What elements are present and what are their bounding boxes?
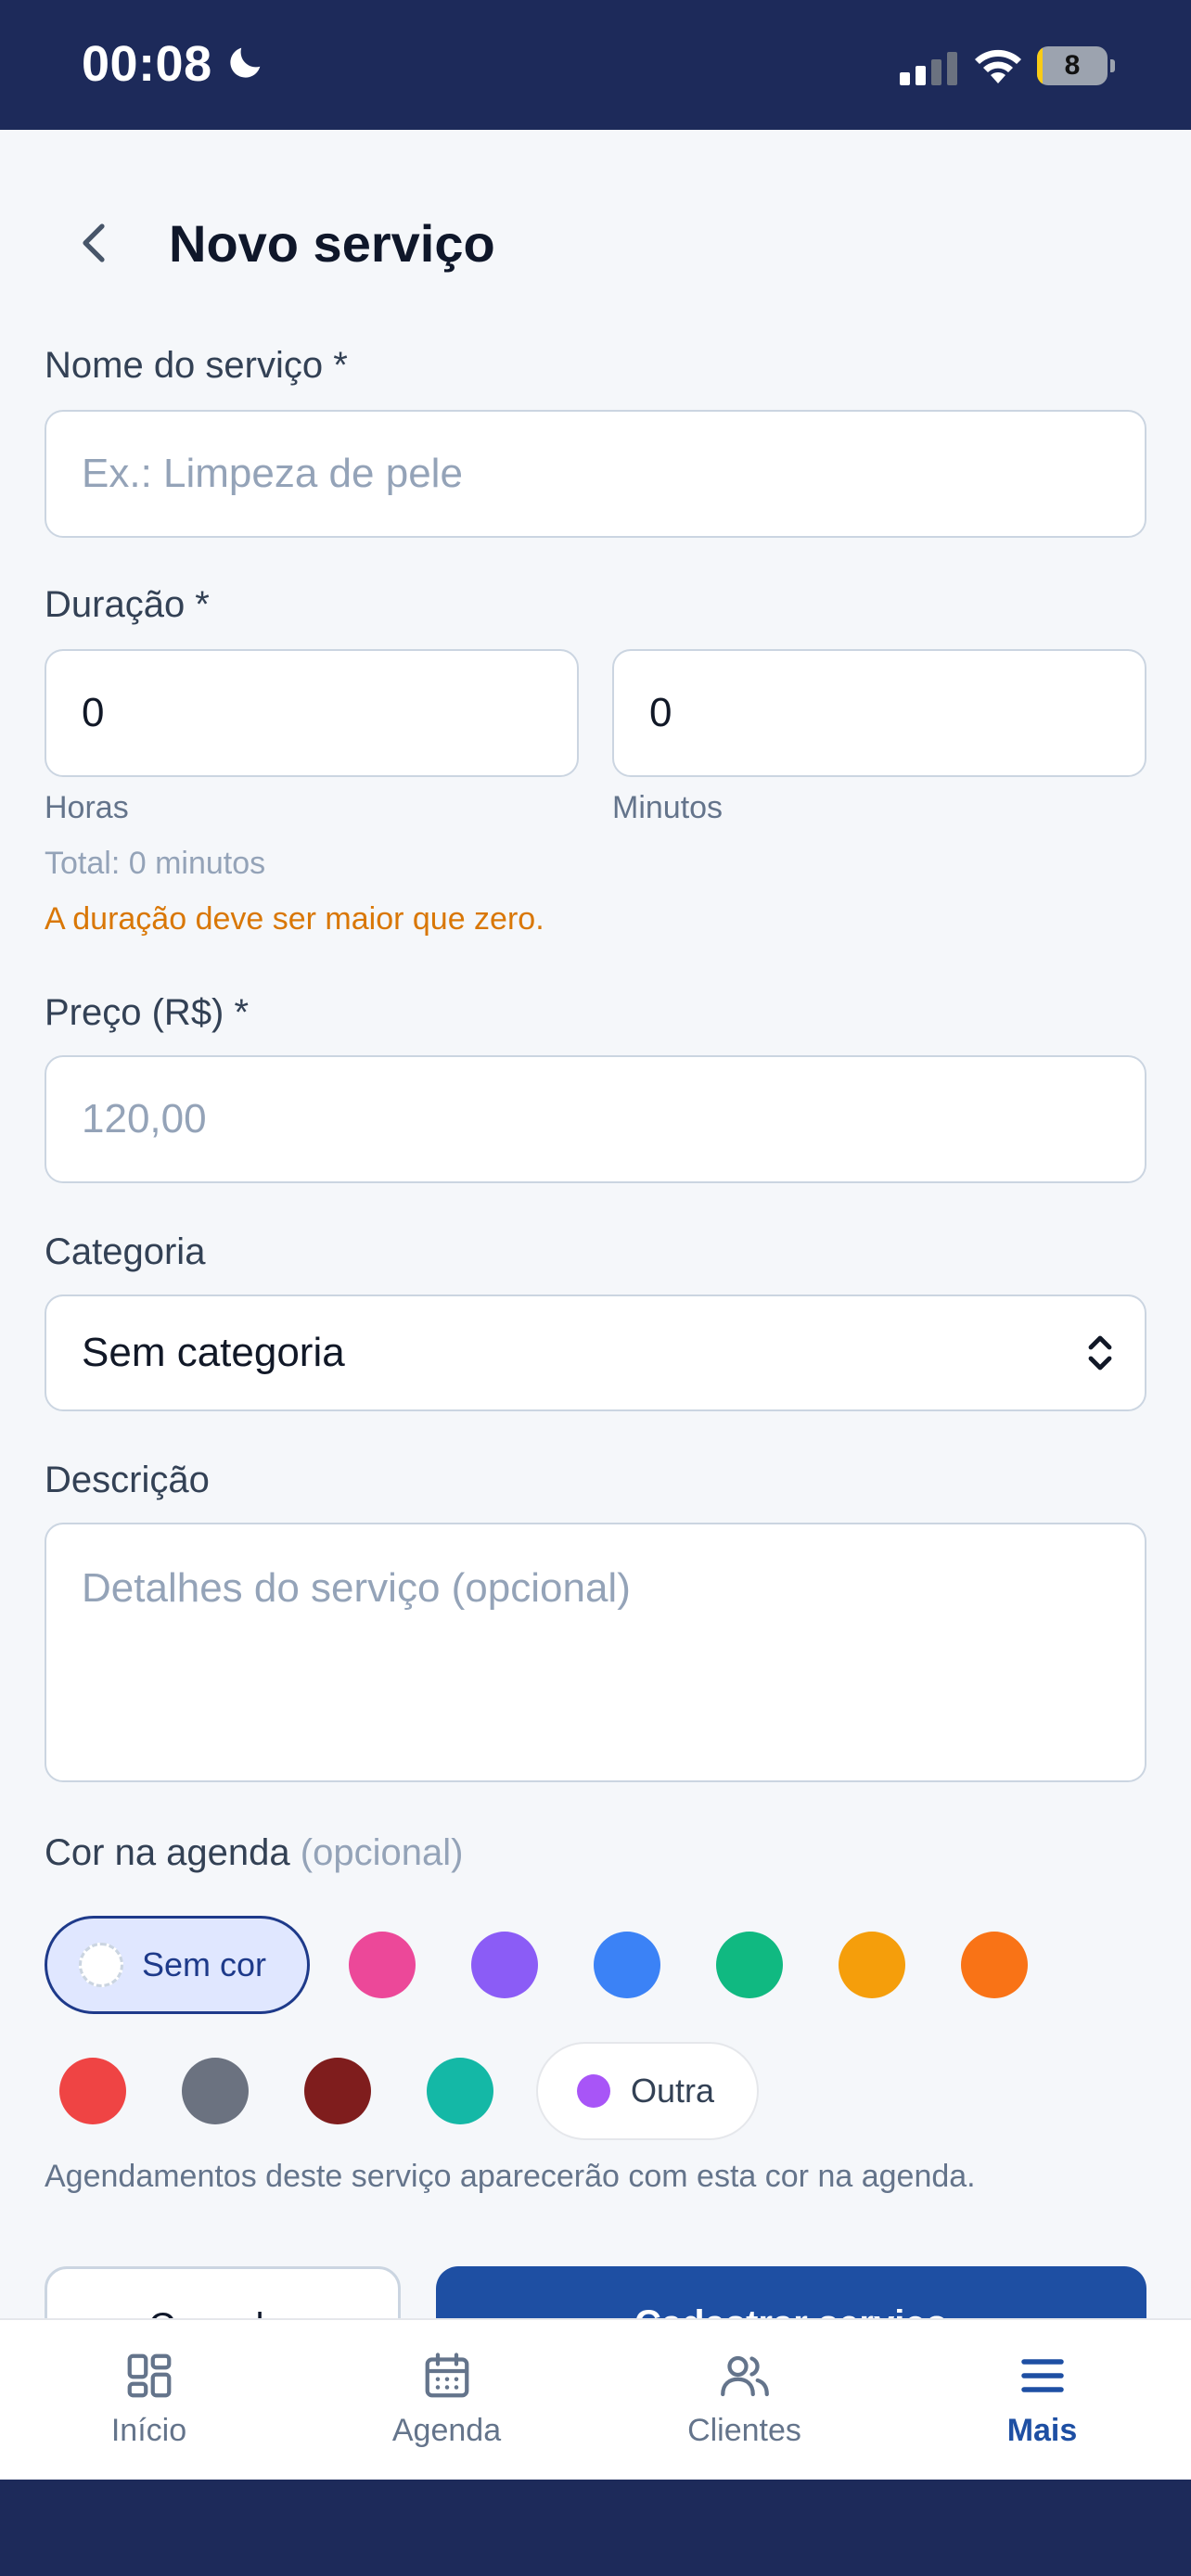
users-icon	[720, 2355, 769, 2397]
duration-hours-value: 0	[82, 690, 105, 735]
tab-agenda[interactable]: Agenda	[298, 2320, 596, 2481]
duration-total: Total: 0 minutos	[45, 846, 266, 881]
cancel-button[interactable]: Cancelar	[45, 2266, 401, 2318]
description-label: Descrição	[45, 1460, 210, 1500]
color-swatch[interactable]	[839, 1932, 905, 1998]
save-service-button[interactable]: Cadastrar serviço	[436, 2266, 1146, 2318]
optional-tag: (opcional)	[300, 1832, 464, 1873]
tab-mais-label: Mais	[1006, 2413, 1078, 2448]
color-swatch[interactable]	[304, 2058, 371, 2124]
price-placeholder: 120,00	[82, 1096, 207, 1141]
battery-icon: 8	[1037, 46, 1115, 85]
duration-minutes-value: 0	[649, 690, 672, 735]
category-label: Categoria	[45, 1231, 206, 1272]
wifi-icon	[975, 49, 1021, 83]
page-title: Novo serviço	[169, 214, 495, 273]
color-swatch[interactable]	[961, 1932, 1028, 1998]
cancel-button-label: Cancelar	[148, 2306, 297, 2318]
description-textarea[interactable]: Detalhes do serviço (opcional)	[45, 1523, 1146, 1782]
color-swatch[interactable]	[471, 1932, 538, 1998]
no-color-label: Sem cor	[142, 1945, 267, 1983]
save-service-button-label: Cadastrar serviço	[634, 2303, 948, 2318]
tab-mais[interactable]: Mais	[893, 2320, 1191, 2481]
tab-inicio-label: Início	[110, 2413, 187, 2448]
status-bar: 00:08 8	[0, 0, 1191, 130]
status-time: 00:08	[82, 36, 212, 92]
back-button[interactable]	[65, 215, 121, 271]
duration-error: A duração deve ser maior que zero.	[45, 901, 544, 937]
battery-level: 8	[1064, 50, 1081, 81]
tab-clientes-label: Clientes	[687, 2413, 801, 2448]
color-swatch[interactable]	[427, 2058, 493, 2124]
color-swatch[interactable]	[182, 2058, 249, 2124]
other-color-option[interactable]: Outra	[536, 2042, 759, 2140]
page-content: Novo serviço Nome do serviço * Ex.: Limp…	[0, 130, 1191, 2318]
service-name-label: Nome do serviço *	[45, 345, 348, 386]
price-label: Preço (R$) *	[45, 992, 250, 1033]
tab-agenda-label: Agenda	[391, 2413, 502, 2448]
no-color-option[interactable]: Sem cor	[45, 1916, 310, 2014]
color-swatch[interactable]	[349, 1932, 416, 1998]
hours-sublabel: Horas	[45, 790, 129, 825]
calendar-color-label-text: Cor na agenda	[45, 1832, 290, 1873]
category-select[interactable]: Sem categoria	[45, 1294, 1146, 1411]
color-swatch[interactable]	[59, 2058, 126, 2124]
bottom-tab-bar: Início Agenda Clientes Mais	[0, 2318, 1191, 2480]
tab-clientes[interactable]: Clientes	[596, 2320, 893, 2481]
duration-hours-input[interactable]: 0	[45, 649, 579, 777]
calendar-color-label: Cor na agenda (opcional)	[45, 1832, 463, 1874]
cellular-signal-icon	[900, 52, 957, 85]
minutes-sublabel: Minutos	[612, 790, 724, 825]
other-color-label: Outra	[631, 2072, 715, 2110]
price-input[interactable]: 120,00	[45, 1055, 1146, 1183]
service-name-input[interactable]: Ex.: Limpeza de pele	[45, 410, 1146, 538]
calendar-icon	[425, 2353, 468, 2398]
color-swatch[interactable]	[594, 1932, 660, 1998]
other-color-dot	[577, 2074, 610, 2108]
duration-minutes-input[interactable]: 0	[612, 649, 1146, 777]
home-indicator-area	[0, 2480, 1191, 2576]
color-swatch[interactable]	[716, 1932, 783, 1998]
tab-inicio[interactable]: Início	[0, 2320, 298, 2481]
description-placeholder: Detalhes do serviço (opcional)	[82, 1565, 631, 1611]
duration-label: Duração *	[45, 584, 210, 625]
moon-icon	[230, 47, 261, 78]
grid-icon	[127, 2353, 171, 2398]
color-help-text: Agendamentos deste serviço aparecerão co…	[45, 2159, 976, 2194]
no-color-icon	[79, 1943, 123, 1987]
menu-icon	[1020, 2359, 1064, 2392]
chevron-up-down-icon	[1088, 1335, 1112, 1371]
category-selected-value: Sem categoria	[82, 1330, 345, 1375]
service-name-placeholder: Ex.: Limpeza de pele	[82, 451, 463, 496]
chevron-left-icon	[83, 223, 105, 262]
